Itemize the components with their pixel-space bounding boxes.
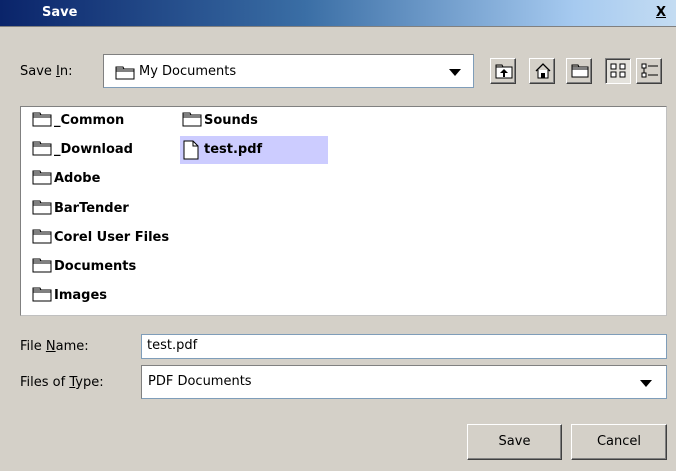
chevron-down-icon[interactable] xyxy=(448,66,462,81)
file-item-label: test.pdf xyxy=(204,142,263,157)
file-type-label: Files of Type: xyxy=(20,375,104,390)
file-item-label: BarTender xyxy=(54,201,129,216)
save-button[interactable]: Save xyxy=(467,424,562,460)
file-icon xyxy=(182,140,200,164)
file-item-bartender[interactable]: BarTender xyxy=(30,198,165,221)
new-folder-button[interactable] xyxy=(566,58,592,84)
save-in-value: My Documents xyxy=(139,64,237,79)
file-item-label: Sounds xyxy=(204,113,258,128)
file-item-label: _Common xyxy=(54,113,125,128)
folder-icon xyxy=(32,287,52,307)
title-bar[interactable] xyxy=(0,0,676,27)
file-item-documents[interactable]: Documents xyxy=(30,256,165,279)
file-item-common[interactable]: _Common xyxy=(30,110,165,133)
folder-icon xyxy=(32,229,52,249)
file-item-adobe[interactable]: Adobe xyxy=(30,168,165,191)
window-title: Save xyxy=(42,5,78,20)
file-item-corel-user-files[interactable]: Corel User Files xyxy=(30,227,178,250)
folder-icon xyxy=(115,66,135,84)
file-item-sounds[interactable]: Sounds xyxy=(180,110,328,133)
file-item-images[interactable]: Images xyxy=(30,285,165,308)
folder-icon xyxy=(32,112,52,132)
chevron-down-icon[interactable] xyxy=(639,377,653,392)
folder-icon xyxy=(32,170,52,190)
save-in-label: Save In: xyxy=(20,64,73,79)
file-item-label: Corel User Files xyxy=(54,230,170,245)
home-button[interactable] xyxy=(529,58,555,84)
folder-icon xyxy=(32,258,52,278)
cancel-button[interactable]: Cancel xyxy=(571,424,667,460)
file-item-label: Documents xyxy=(54,259,137,274)
save-in-dropdown[interactable]: My Documents xyxy=(103,54,474,88)
file-item-label: _Download xyxy=(54,142,133,157)
file-type-value: PDF Documents xyxy=(148,374,252,389)
folder-icon xyxy=(182,112,202,132)
folder-icon xyxy=(32,141,52,161)
file-list[interactable]: _Common _Download Adobe BarTender Corel … xyxy=(20,106,667,316)
file-item-download[interactable]: _Download xyxy=(30,139,165,162)
folder-icon xyxy=(32,200,52,220)
file-item-label: Images xyxy=(54,288,108,303)
file-name-input[interactable]: test.pdf xyxy=(141,334,667,359)
list-view-button[interactable] xyxy=(605,58,631,84)
details-view-button[interactable] xyxy=(636,58,662,84)
file-name-label: File Name: xyxy=(20,339,89,354)
up-folder-button[interactable] xyxy=(490,58,516,84)
close-button[interactable]: X xyxy=(652,5,670,22)
file-item-label: Adobe xyxy=(54,171,101,186)
file-type-dropdown[interactable]: PDF Documents xyxy=(141,365,667,399)
file-item-test-pdf[interactable]: test.pdf xyxy=(180,136,328,164)
